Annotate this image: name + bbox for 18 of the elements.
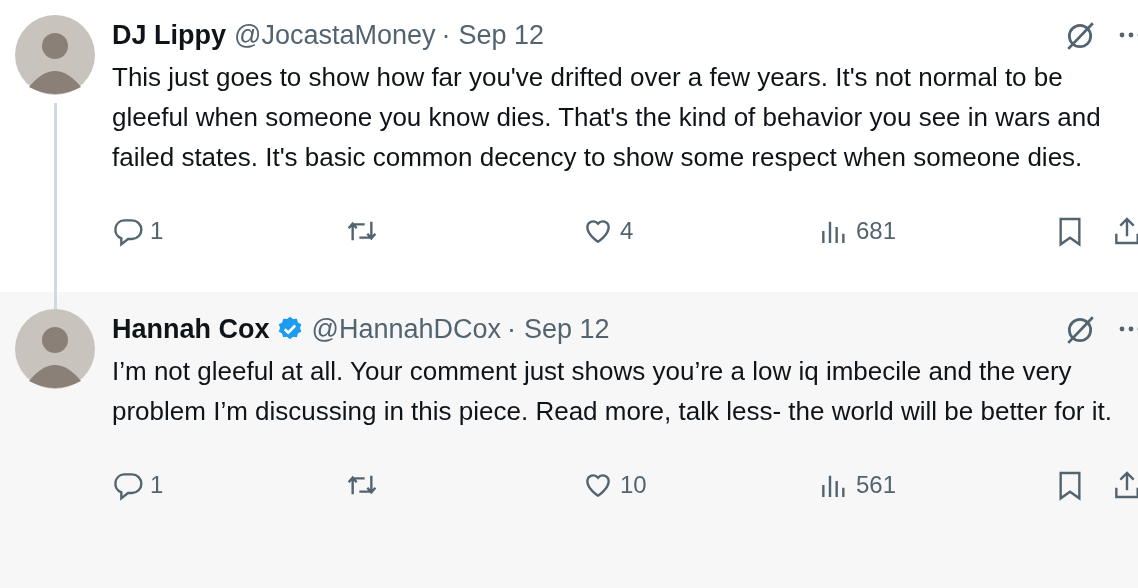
post-text: This just goes to show how far you've drifted over a few years. It's not normal to be gleeful when someone you know dies. That's the kind of behavior you see in wars and failed states. It's basic common decency to show some respect when someone dies. (112, 61, 1102, 174)
post-date[interactable]: Sep 12 (458, 19, 545, 51)
post-date[interactable]: Sep 12 (524, 313, 610, 345)
avatar-icon[interactable] (15, 309, 95, 389)
view-count: 681 (856, 217, 897, 245)
author-name[interactable]: DJ Lippy (112, 19, 226, 51)
view-count: 561 (856, 471, 897, 499)
like-count: 10 (620, 471, 647, 499)
post-text: I’m not gleeful at all. Your comment just shows you’re a low iq imbecile and the very problem I’m discussing in this piece. Read more, talk less- the world will be better for it. (112, 355, 1113, 428)
reply-count: 1 (150, 217, 164, 245)
like-count: 4 (620, 217, 634, 245)
separator: · (507, 313, 517, 345)
author-name[interactable]: Hannah Cox (112, 313, 270, 345)
reply-count: 1 (150, 471, 164, 499)
avatar-icon[interactable] (15, 15, 95, 95)
author-handle[interactable]: @JocastaMoney (234, 19, 436, 51)
separator: · (441, 19, 451, 51)
author-handle[interactable]: @HannahDCox (311, 313, 502, 345)
